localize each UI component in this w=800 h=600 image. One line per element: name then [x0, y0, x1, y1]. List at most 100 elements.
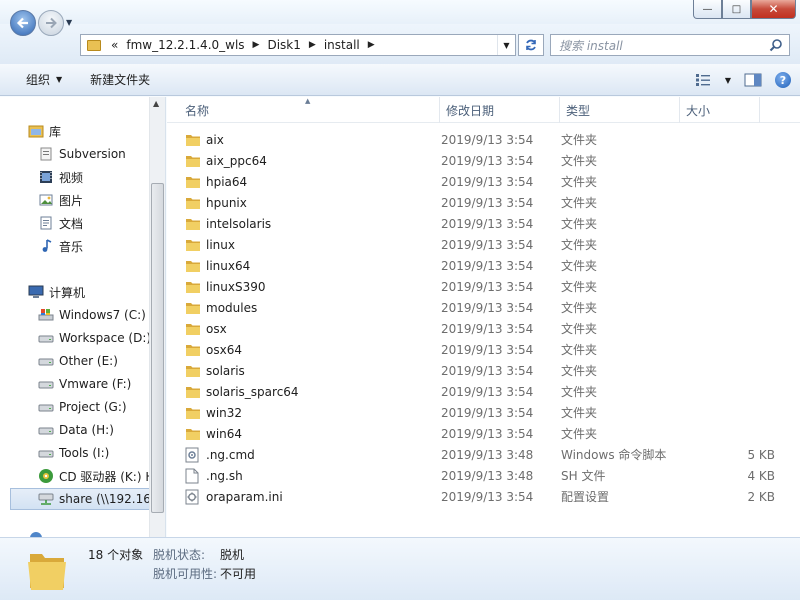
file-row[interactable]: intelsolaris 2019/9/13 3:54 文件夹	[185, 213, 775, 234]
column-size[interactable]: 大小	[686, 102, 710, 119]
refresh-button[interactable]	[518, 34, 544, 56]
search-input[interactable]: 搜索 install	[550, 34, 790, 56]
file-modified: 2019/9/13 3:54	[441, 132, 534, 147]
column-divider[interactable]	[439, 97, 440, 123]
sidebar-item-libraries[interactable]: 库	[0, 120, 150, 142]
file-row[interactable]: linuxS390 2019/9/13 3:54 文件夹	[185, 276, 775, 297]
sidebar-item-music[interactable]: 音乐	[0, 235, 150, 257]
file-icon	[185, 468, 201, 484]
address-bar[interactable]: « fmw_12.2.1.4.0_wls ▶ Disk1 ▶ install ▶…	[80, 34, 516, 56]
file-row[interactable]: oraparam.ini 2019/9/13 3:54 配置设置 2 KB	[185, 486, 775, 507]
recent-pages-dropdown[interactable]: ▼	[66, 18, 72, 27]
organize-menu[interactable]: 组织 ▼	[16, 71, 72, 88]
sidebar-item-videos[interactable]: 视频	[0, 166, 150, 188]
sort-ascending-icon: ▲	[305, 97, 311, 105]
file-modified: 2019/9/13 3:54	[441, 153, 534, 168]
sidebar-item-drive-d[interactable]: Workspace (D:)	[0, 327, 150, 349]
file-type: 文件夹	[561, 217, 598, 231]
address-history-dropdown[interactable]: ▼	[497, 35, 515, 55]
maximize-button[interactable]: □	[722, 0, 751, 19]
back-button[interactable]	[10, 10, 36, 36]
column-divider[interactable]	[759, 97, 760, 123]
file-row[interactable]: .ng.cmd 2019/9/13 3:48 Windows 命令脚本 5 KB	[185, 444, 775, 465]
preview-pane-button[interactable]	[742, 70, 764, 90]
view-controls: ▼ ?	[692, 70, 794, 90]
column-divider[interactable]	[559, 97, 560, 123]
cd-drive-icon	[38, 468, 54, 484]
breadcrumb-item[interactable]: Disk1	[263, 38, 304, 52]
preview-pane-icon	[744, 73, 762, 87]
sidebar-item-drive-f[interactable]: Vmware (F:)	[0, 373, 150, 395]
file-row[interactable]: .ng.sh 2019/9/13 3:48 SH 文件 4 KB	[185, 465, 775, 486]
file-row[interactable]: osx64 2019/9/13 3:54 文件夹	[185, 339, 775, 360]
file-row[interactable]: solaris_sparc64 2019/9/13 3:54 文件夹	[185, 381, 775, 402]
file-row[interactable]: aix_ppc64 2019/9/13 3:54 文件夹	[185, 150, 775, 171]
breadcrumb-item[interactable]: fmw_12.2.1.4.0_wls	[122, 38, 248, 52]
change-view-button[interactable]	[692, 70, 714, 90]
sidebar-item-drive-g[interactable]: Project (G:)	[0, 396, 150, 418]
chevron-right-icon[interactable]: ▶	[305, 40, 320, 50]
drive-icon	[38, 376, 54, 392]
sidebar-item-label: Vmware (F:)	[59, 377, 132, 391]
file-row[interactable]: win64 2019/9/13 3:54 文件夹	[185, 423, 775, 444]
file-row[interactable]: aix 2019/9/13 3:54 文件夹	[185, 129, 775, 150]
file-row[interactable]: hpunix 2019/9/13 3:54 文件夹	[185, 192, 775, 213]
offline-status-label: 脱机状态:	[153, 548, 206, 562]
minimize-button[interactable]: —	[693, 0, 722, 19]
file-type: 文件夹	[561, 259, 598, 273]
folder-icon	[185, 258, 201, 274]
column-name[interactable]: 名称	[185, 102, 209, 119]
breadcrumb-overflow[interactable]: «	[107, 38, 122, 52]
sidebar-item-network[interactable]	[0, 527, 150, 537]
details-view-icon	[696, 74, 710, 86]
file-name: osx64	[206, 342, 242, 357]
forward-button[interactable]	[38, 10, 64, 36]
file-row[interactable]: osx 2019/9/13 3:54 文件夹	[185, 318, 775, 339]
column-type[interactable]: 类型	[566, 102, 590, 119]
file-name: oraparam.ini	[206, 489, 283, 504]
sidebar-item-computer[interactable]: 计算机	[0, 281, 150, 303]
scroll-up-icon[interactable]: ▲	[153, 99, 159, 108]
file-row[interactable]: win32 2019/9/13 3:54 文件夹	[185, 402, 775, 423]
help-button[interactable]: ?	[772, 70, 794, 90]
sidebar-item-documents[interactable]: 文档	[0, 212, 150, 234]
file-modified: 2019/9/13 3:54	[441, 426, 534, 441]
breadcrumb-item[interactable]: install	[320, 38, 364, 52]
arrow-left-icon	[16, 17, 28, 29]
script-file-icon	[185, 447, 201, 463]
sidebar-item-drive-e[interactable]: Other (E:)	[0, 350, 150, 372]
file-modified: 2019/9/13 3:54	[441, 195, 534, 210]
sidebar-item-drive-i[interactable]: Tools (I:)	[0, 442, 150, 464]
sidebar-item-drive-c[interactable]: Windows7 (C:)	[0, 304, 150, 326]
new-folder-button[interactable]: 新建文件夹	[80, 71, 160, 88]
file-row[interactable]: linux 2019/9/13 3:54 文件夹	[185, 234, 775, 255]
column-modified[interactable]: 修改日期	[446, 102, 494, 119]
chevron-right-icon[interactable]: ▶	[249, 40, 264, 50]
drive-icon	[38, 353, 54, 369]
file-row[interactable]: modules 2019/9/13 3:54 文件夹	[185, 297, 775, 318]
sidebar-item-drive-k[interactable]: CD 驱动器 (K:) H	[0, 465, 150, 487]
file-size: 5 KB	[747, 447, 775, 462]
scrollbar-thumb[interactable]	[151, 183, 164, 513]
sidebar-scrollbar[interactable]: ▲	[149, 97, 165, 537]
chevron-right-icon[interactable]: ▶	[364, 40, 379, 50]
file-row[interactable]: solaris 2019/9/13 3:54 文件夹	[185, 360, 775, 381]
drive-icon	[38, 399, 54, 415]
arrow-right-icon	[46, 17, 57, 29]
file-type: 文件夹	[561, 322, 598, 336]
sidebar-item-drive-h[interactable]: Data (H:)	[0, 419, 150, 441]
sidebar-item-network-share[interactable]: share (\\192.16	[10, 488, 150, 510]
view-options-dropdown[interactable]: ▼	[722, 70, 734, 90]
sidebar-item-pictures[interactable]: 图片	[0, 189, 150, 211]
file-row[interactable]: linux64 2019/9/13 3:54 文件夹	[185, 255, 775, 276]
file-row[interactable]: hpia64 2019/9/13 3:54 文件夹	[185, 171, 775, 192]
close-button[interactable]: ✕	[751, 0, 796, 19]
file-modified: 2019/9/13 3:54	[441, 489, 534, 504]
column-divider[interactable]	[679, 97, 680, 123]
sidebar-item-label: 图片	[59, 193, 84, 208]
search-icon[interactable]	[769, 38, 783, 52]
file-name: osx	[206, 321, 227, 336]
sidebar-item-subversion[interactable]: Subversion	[0, 143, 150, 165]
search-placeholder: 搜索 install	[559, 38, 623, 53]
file-name: win32	[206, 405, 243, 420]
